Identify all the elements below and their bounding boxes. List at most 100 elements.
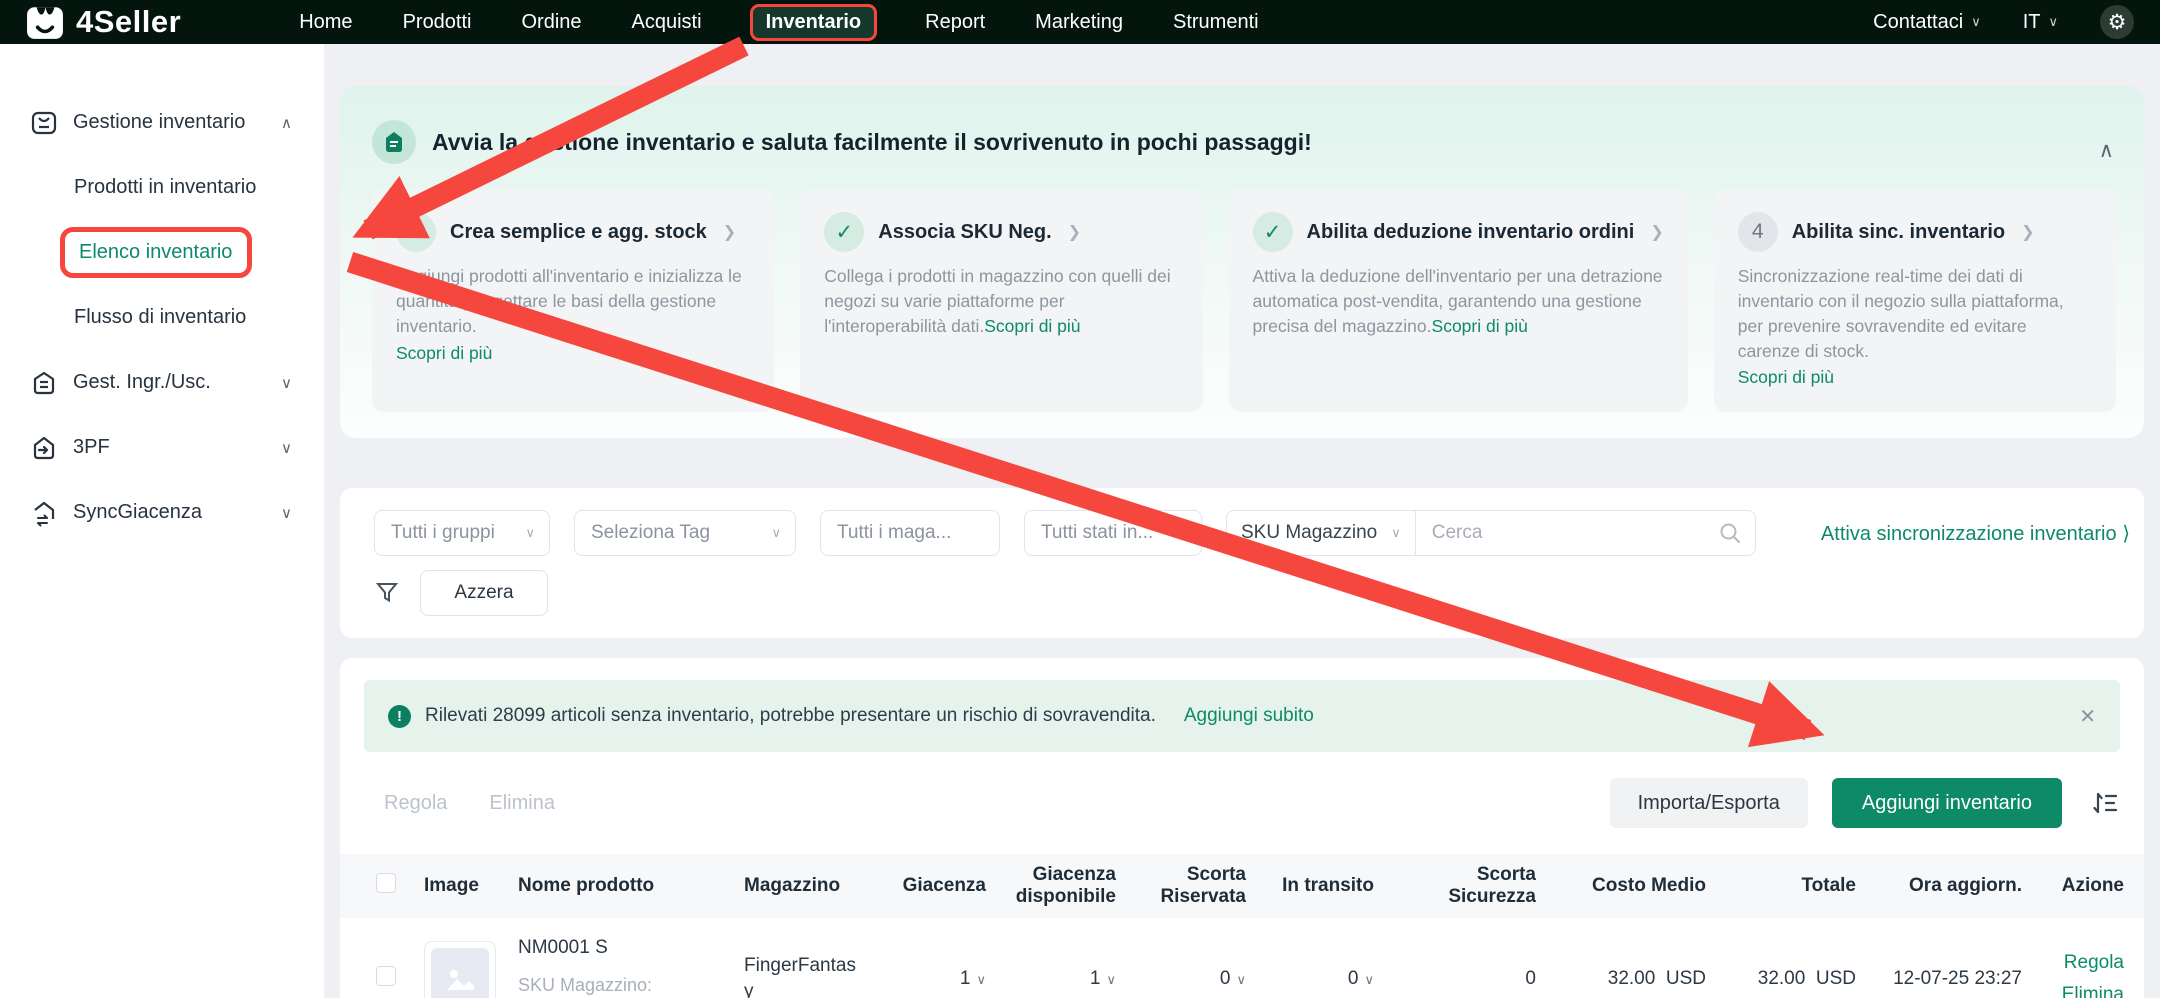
check-icon: ✓: [824, 212, 864, 252]
nav-item-report[interactable]: Report: [923, 5, 987, 40]
step-card-deduzione-ordini[interactable]: ✓ Abilita deduzione inventario ordini ❯ …: [1229, 190, 1688, 412]
in-out-doc-icon: [30, 369, 58, 397]
product-image-placeholder: [424, 941, 496, 998]
chevron-right-icon: ❯: [1068, 222, 1081, 242]
scopri-di-piu-link[interactable]: Scopri di più: [984, 316, 1080, 336]
add-inventory-button[interactable]: Aggiungi inventario: [1832, 778, 2062, 828]
select-all-checkbox[interactable]: [376, 873, 396, 893]
reserved-value-dropdown[interactable]: 0∨: [1220, 968, 1246, 989]
warehouse-filter-dropdown[interactable]: Tutti i maga...: [820, 510, 1000, 556]
product-name: NM0001 S: [518, 937, 728, 959]
chevron-right-icon: ⟩: [2122, 523, 2130, 545]
import-export-button[interactable]: Importa/Esporta: [1610, 778, 1808, 828]
funnel-icon: [374, 580, 400, 606]
nav-right-group: Contattaci ∨ IT ∨ ⚙: [1873, 5, 2134, 39]
column-settings-button[interactable]: [2090, 788, 2120, 818]
chevron-up-icon: ∧: [281, 114, 292, 132]
chevron-down-icon: ∨: [281, 504, 292, 522]
col-in-transito: In transito: [1254, 867, 1382, 905]
table-header-row: Image Nome prodotto Magazzino Giacenza G…: [340, 854, 2144, 918]
col-azione: Azione: [2030, 867, 2144, 905]
avg-cost-value: 32.00 USD: [1544, 968, 1714, 990]
in-transit-value-dropdown[interactable]: 0∨: [1348, 968, 1374, 989]
caret-down-icon: ∨: [1236, 972, 1246, 987]
sidebar-item-syncgiacenza[interactable]: SyncGiacenza ∨: [0, 480, 324, 545]
sidebar: Gestione inventario ∧ Prodotti in invent…: [0, 44, 324, 998]
sidebar-item-3pf[interactable]: 3PF ∨: [0, 415, 324, 480]
nav-item-acquisti[interactable]: Acquisti: [630, 5, 704, 40]
4seller-logo-icon: [26, 4, 64, 40]
step-card-associa-sku[interactable]: ✓ Associa SKU Neg. ❯ Collega i prodotti …: [800, 190, 1202, 412]
nav-item-ordine[interactable]: Ordine: [520, 5, 584, 40]
search-category-dropdown[interactable]: SKU Magazzino ∨: [1227, 511, 1416, 555]
updated-time: 12-07-25 23:27: [1864, 968, 2030, 990]
chevron-down-icon: ∨: [281, 374, 292, 392]
activate-sync-link[interactable]: Attiva sincronizzazione inventario ⟩: [1821, 521, 2130, 546]
nav-menu: Home Prodotti Ordine Acquisti Inventario…: [297, 4, 1260, 41]
chevron-down-icon: ∨: [2048, 14, 2058, 30]
col-image: Image: [416, 867, 510, 905]
clear-filters-button[interactable]: Azzera: [420, 570, 548, 616]
contact-menu[interactable]: Contattaci ∨: [1873, 11, 1981, 34]
sidebar-item-gestione-inventario[interactable]: Gestione inventario ∧: [0, 90, 324, 155]
settings-button[interactable]: ⚙: [2100, 5, 2134, 39]
col-magazzino: Magazzino: [736, 867, 890, 905]
sidebar-item-prodotti-in-inventario[interactable]: Prodotti in inventario: [0, 155, 324, 220]
row-checkbox[interactable]: [376, 966, 396, 986]
nav-item-inventario[interactable]: Inventario: [750, 4, 878, 41]
language-menu[interactable]: IT ∨: [2023, 11, 2058, 34]
status-filter-dropdown[interactable]: Tutti stati in... ∨: [1024, 510, 1202, 556]
caret-down-icon: ∨: [1106, 972, 1116, 987]
gear-icon: ⚙: [2108, 10, 2127, 35]
onboarding-banner: Avvia la gestione inventario e saluta fa…: [340, 86, 2144, 438]
step-card-crea-stock[interactable]: ✓ Crea semplice e agg. stock ❯ Aggiungi …: [372, 190, 774, 412]
nav-item-marketing[interactable]: Marketing: [1033, 5, 1125, 40]
table-toolbar: Regola Elimina Importa/Esporta Aggiungi …: [384, 778, 2120, 828]
nav-item-prodotti[interactable]: Prodotti: [401, 5, 474, 40]
row-delete-link[interactable]: Elimina: [2062, 984, 2124, 998]
brand-logo[interactable]: 4Seller: [0, 4, 181, 40]
nav-item-strumenti[interactable]: Strumenti: [1171, 5, 1261, 40]
stock-value-dropdown[interactable]: 1∨: [960, 968, 986, 989]
banner-title: Avvia la gestione inventario e saluta fa…: [432, 129, 1312, 156]
banner-doc-icon: [372, 120, 416, 164]
sidebar-item-gest-ingr-usc[interactable]: Gest. Ingr./Usc. ∨: [0, 350, 324, 415]
caret-down-icon: ∨: [1364, 972, 1374, 987]
top-navbar: 4Seller Home Prodotti Ordine Acquisti In…: [0, 0, 2160, 44]
search-combo: SKU Magazzino ∨: [1226, 510, 1756, 556]
annotation-red-box: Elenco inventario: [60, 227, 252, 278]
row-rule-link[interactable]: Regola: [2064, 952, 2124, 974]
nav-item-home[interactable]: Home: [297, 5, 354, 40]
image-icon: [443, 962, 477, 996]
inventory-table: Image Nome prodotto Magazzino Giacenza G…: [340, 854, 2144, 998]
col-giacenza-disponibile: Giacenza disponibile: [994, 856, 1124, 916]
table-row: NM0001 S SKU Magazzino: NM0001 S FingerF…: [340, 918, 2144, 998]
available-value-dropdown[interactable]: 1∨: [1090, 968, 1116, 989]
step-card-sinc-inventario[interactable]: 4 Abilita sinc. inventario ❯ Sincronizza…: [1714, 190, 2116, 412]
search-input[interactable]: [1416, 522, 1719, 544]
safety-stock-value: 0: [1382, 968, 1544, 990]
aggiungi-subito-link[interactable]: Aggiungi subito: [1184, 705, 1314, 727]
scopri-di-piu-link[interactable]: Scopri di più: [1432, 316, 1528, 336]
banner-collapse-chevron[interactable]: ∧: [2099, 138, 2114, 163]
scopri-di-piu-link[interactable]: Scopri di più: [396, 341, 750, 366]
sidebar-item-flusso-di-inventario[interactable]: Flusso di inventario: [0, 285, 324, 350]
delete-button-disabled[interactable]: Elimina: [489, 792, 555, 815]
warning-icon: !: [388, 705, 411, 728]
group-filter-dropdown[interactable]: Tutti i gruppi ∨: [374, 510, 550, 556]
tag-filter-dropdown[interactable]: Seleziona Tag ∨: [574, 510, 796, 556]
close-icon[interactable]: ✕: [2079, 704, 2096, 729]
col-totale: Totale: [1714, 867, 1864, 905]
col-giacenza: Giacenza: [890, 867, 994, 905]
rule-button-disabled[interactable]: Regola: [384, 792, 447, 815]
search-icon: [1719, 522, 1741, 544]
advanced-filter-button[interactable]: [374, 580, 400, 606]
brand-name: 4Seller: [76, 4, 181, 40]
scopri-di-piu-link[interactable]: Scopri di più: [1738, 365, 2092, 390]
no-inventory-alert: ! Rilevati 28099 articoli senza inventar…: [364, 680, 2120, 752]
col-scorta-riservata: Scorta Riservata: [1124, 856, 1254, 916]
col-costo-medio: Costo Medio: [1544, 867, 1714, 905]
alert-text: Rilevati 28099 articoli senza inventario…: [425, 705, 1156, 727]
sidebar-item-elenco-inventario[interactable]: Elenco inventario: [0, 220, 324, 285]
col-ora-aggiorn: Ora aggiorn.: [1864, 867, 2030, 905]
